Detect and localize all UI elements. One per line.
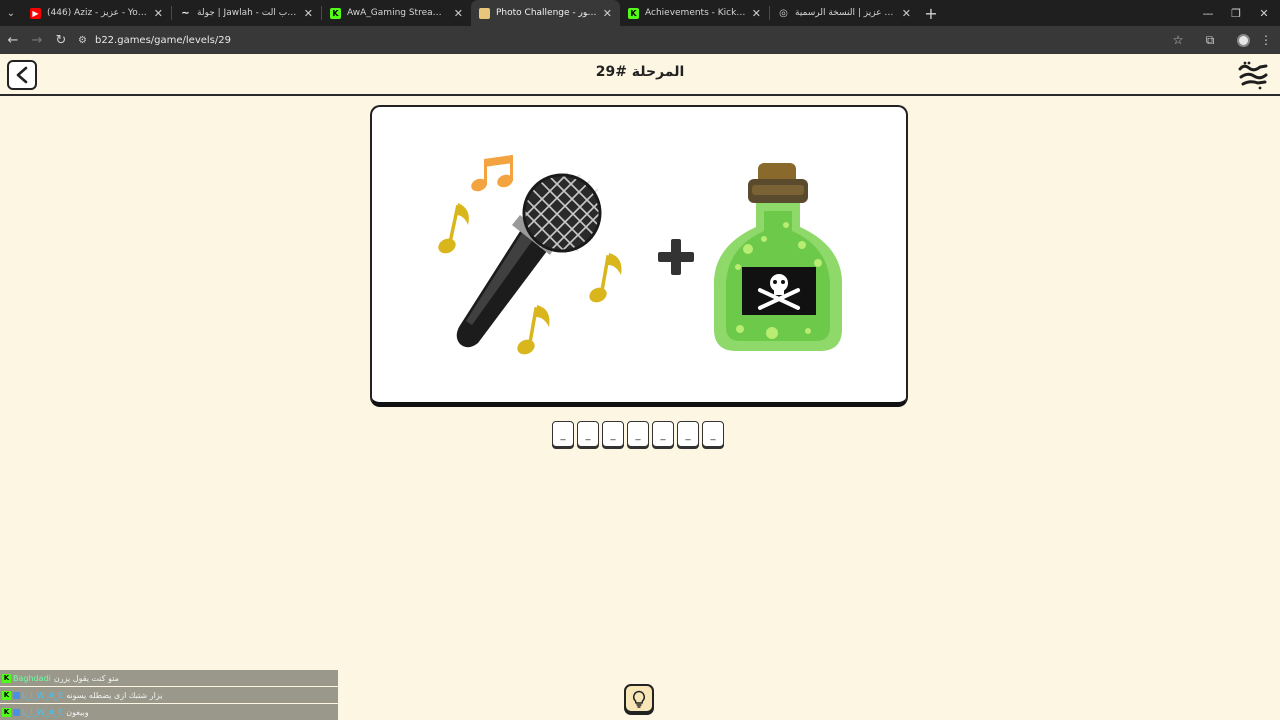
close-icon[interactable]: ✕ [752,7,761,20]
youtube-icon: ▶ [30,7,41,19]
page-title: المرحلة #29 [595,64,685,80]
chat-text: متو كنت يقول يزرن [53,673,119,683]
close-icon[interactable]: ✕ [603,7,612,20]
chat-text: وبيغون [66,707,89,717]
bookmark-star-icon[interactable]: ☆ [1167,29,1189,51]
tab-jawlah[interactable]: ∼ جولة | Jawlah - منصة الألعاب الت... ✕ [172,0,321,26]
browser-toolbar: ← → ↻ ⚙ b22.games/game/levels/29 ☆ ⧉ ⋮ [0,26,1280,54]
forward-arrow-icon[interactable]: → [26,29,48,51]
tab-title: AwA_Gaming Stream - Watch l... [347,8,448,18]
hint-button[interactable] [624,684,654,713]
stream-chat-overlay: K Baghdadi متو كنت يقول يزرن K L_I_W_A_E… [0,670,338,720]
tab-huroof[interactable]: ◎ حروف مع عزيز | النسخة الرسمية ✕ [770,0,919,26]
photo-challenge-logo [1238,61,1268,90]
chat-text: يزار شتبك ازى يضطله يسونه [66,690,163,700]
site-settings-icon[interactable]: ⚙ [78,35,87,46]
lightbulb-icon [633,690,645,708]
answer-slot[interactable]: _ [552,421,574,447]
answer-slots: _ _ _ _ _ _ _ [552,421,724,447]
tab-kick-stream[interactable]: K AwA_Gaming Stream - Watch l... ✕ [322,0,471,26]
plus-icon [658,239,694,275]
kick-icon: K [330,7,341,19]
kick-icon: K [628,7,639,19]
new-tab-button[interactable]: + [919,4,943,23]
back-button[interactable] [7,60,37,90]
tab-title: (446) Aziz - عزيز - YouTube [47,8,148,18]
game-header: المرحلة #29 [0,54,1280,96]
kick-icon: K [2,707,11,717]
tab-title: حروف مع عزيز | النسخة الرسمية [795,8,896,18]
answer-slot[interactable]: _ [577,421,599,447]
chat-username: L_I_W_A_E [22,690,64,700]
tab-youtube[interactable]: ▶ (446) Aziz - عزيز - YouTube ✕ [22,0,171,26]
tab-title: Achievements - Kick Dashboard [645,8,746,18]
kick-icon: K [2,690,11,700]
extensions-icon[interactable]: ⧉ [1199,29,1221,51]
chat-message: K L_I_W_A_E يزار شتبك ازى يضطله يسونه [0,687,338,703]
globe-icon: ◎ [779,7,788,19]
answer-slot[interactable]: _ [652,421,674,447]
tab-photo-challenge[interactable]: Photo Challenge - تحدي الصور ✕ [471,0,620,26]
window-close-icon[interactable]: ✕ [1250,0,1278,26]
tab-title: جولة | Jawlah - منصة الألعاب الت... [197,8,298,18]
answer-slot[interactable]: _ [677,421,699,447]
address-bar[interactable]: ⚙ b22.games/game/levels/29 [70,29,1200,51]
tab-title: Photo Challenge - تحدي الصور [496,8,597,18]
close-icon[interactable]: ✕ [454,7,463,20]
chat-username: Baghdadi [13,673,51,683]
puzzle-illustration [438,155,843,355]
minimize-icon[interactable]: — [1194,0,1222,26]
tab-search-icon[interactable]: ⌄ [0,0,22,26]
photo-challenge-icon [479,7,490,19]
poison-bottle-icon [713,163,843,351]
answer-slot[interactable]: _ [627,421,649,447]
reload-icon[interactable]: ↻ [50,29,72,51]
kick-icon: K [2,673,11,683]
close-icon[interactable]: ✕ [304,7,313,20]
chat-message: K Baghdadi متو كنت يقول يزرن [0,670,338,686]
puzzle-image-card [370,105,908,407]
badge-icon [13,708,20,716]
chat-message: K L_I_W_A_E وبيغون [0,704,338,720]
answer-slot[interactable]: _ [602,421,624,447]
jawlah-icon: ∼ [181,7,190,19]
badge-icon [13,691,20,699]
back-arrow-icon[interactable]: ← [2,29,24,51]
close-icon[interactable]: ✕ [154,7,163,20]
restore-icon[interactable]: ❐ [1222,0,1250,26]
tab-kick-achievements[interactable]: K Achievements - Kick Dashboard ✕ [620,0,769,26]
more-menu-icon[interactable]: ⋮ [1255,29,1277,51]
microphone-icon [456,172,602,348]
close-icon[interactable]: ✕ [902,7,911,20]
browser-tab-strip: ⌄ ▶ (446) Aziz - عزيز - YouTube ✕ ∼ جولة… [0,0,1280,26]
answer-slot[interactable]: _ [702,421,724,447]
chevron-left-icon [16,66,28,84]
url-text: b22.games/game/levels/29 [94,34,231,46]
profile-avatar[interactable] [1232,29,1254,51]
chat-username: L_I_W_A_E [22,707,64,717]
